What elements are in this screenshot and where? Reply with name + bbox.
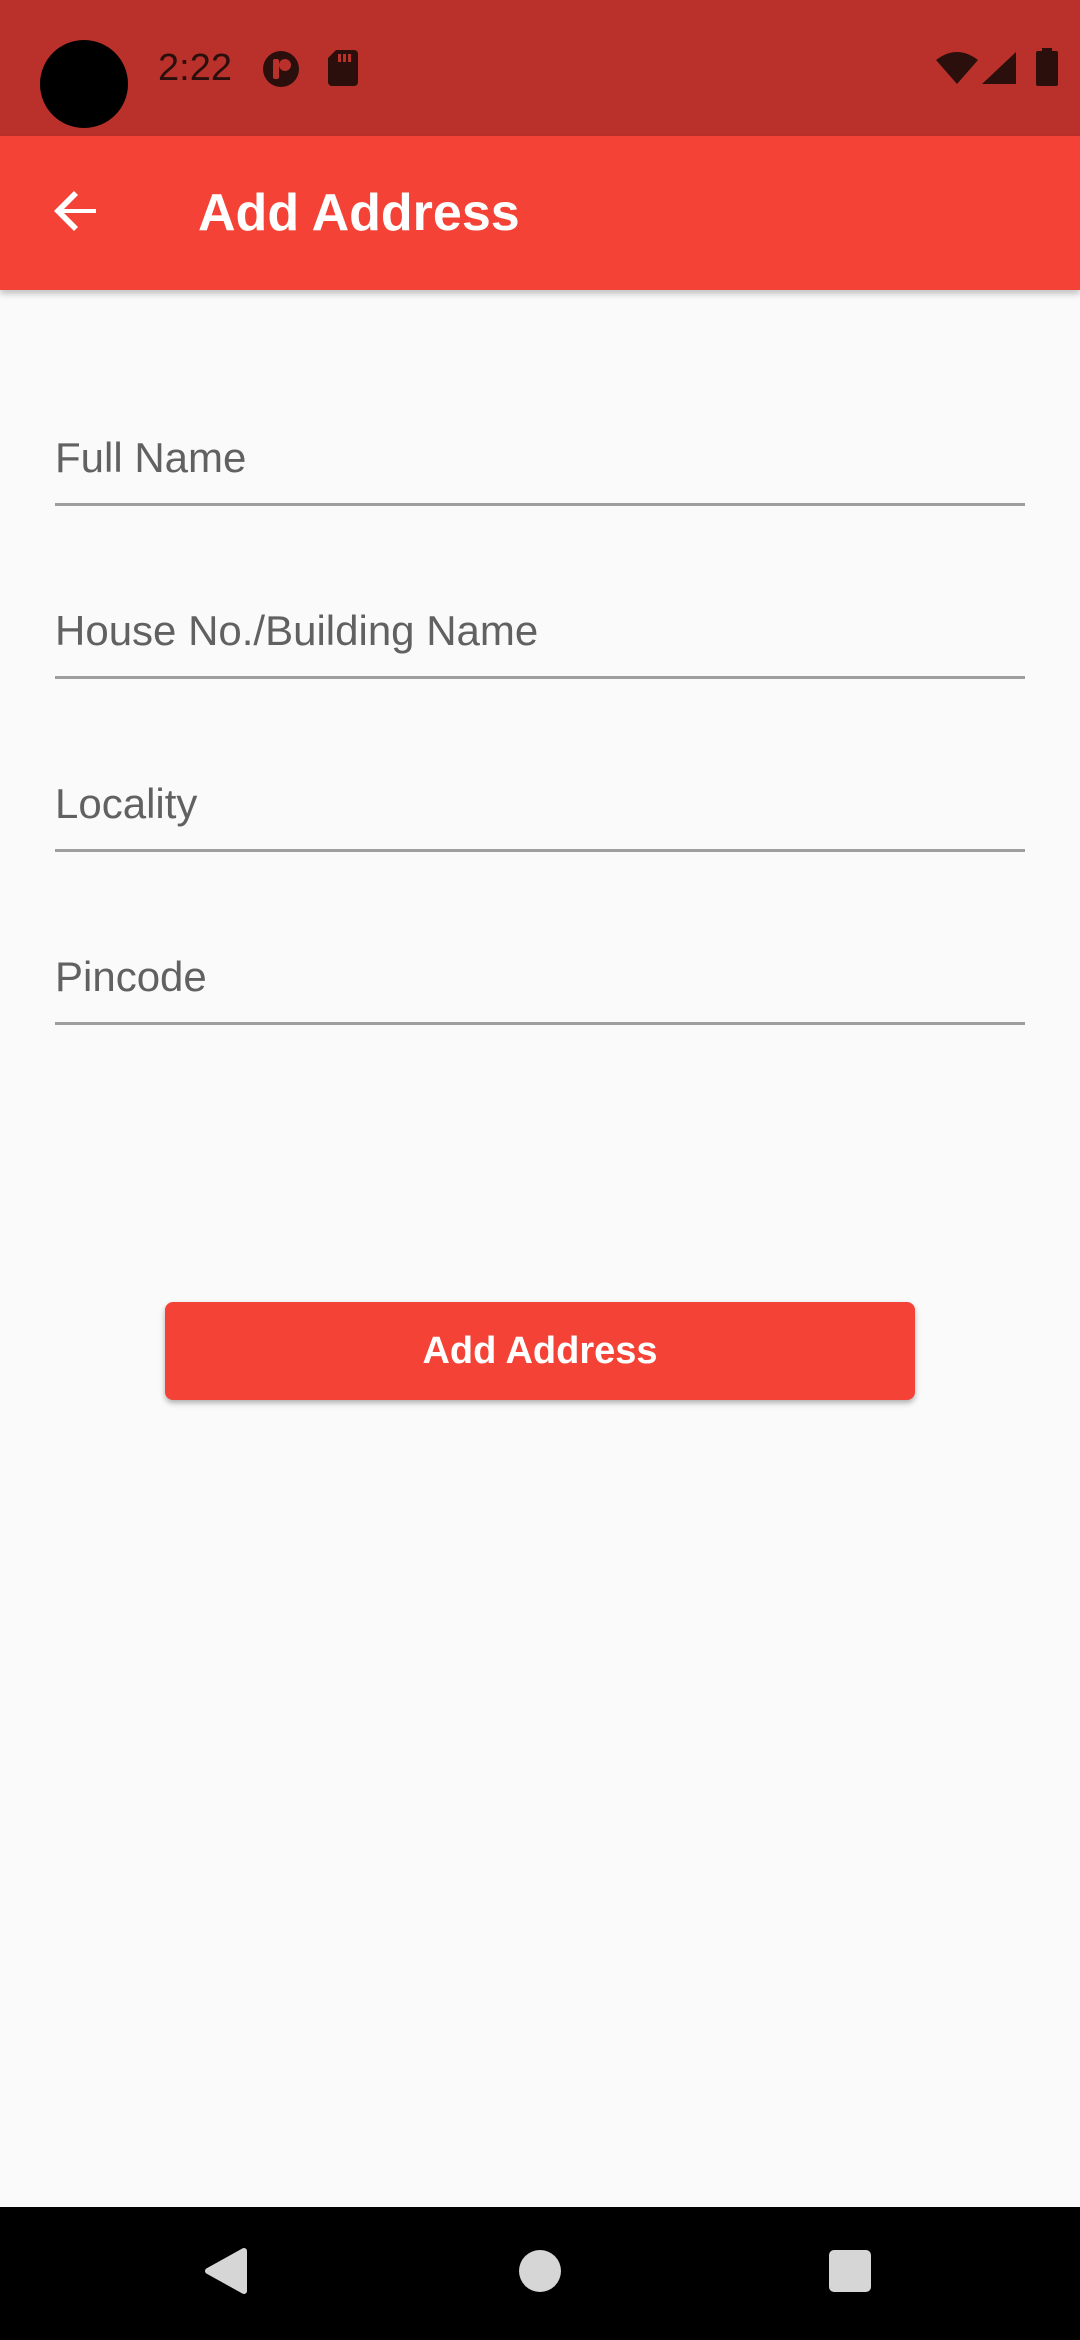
app-bar: Add Address bbox=[0, 136, 1080, 290]
full-name-field bbox=[55, 360, 1025, 533]
building-name-input[interactable] bbox=[55, 533, 1025, 679]
pincode-input[interactable] bbox=[55, 879, 1025, 1025]
locality-field bbox=[55, 706, 1025, 879]
status-time: 2:22 bbox=[158, 47, 232, 89]
page-title: Add Address bbox=[198, 184, 520, 242]
home-circle-icon bbox=[518, 2249, 562, 2298]
cellular-signal-icon bbox=[982, 52, 1016, 84]
arrow-left-icon bbox=[52, 187, 100, 240]
camera-cutout bbox=[40, 40, 128, 128]
building-field bbox=[55, 533, 1025, 706]
wifi-icon bbox=[936, 52, 978, 84]
nav-recents-button[interactable] bbox=[770, 2207, 930, 2340]
sd-card-icon bbox=[328, 50, 358, 86]
pincode-field bbox=[55, 879, 1025, 1052]
battery-icon bbox=[1036, 48, 1058, 86]
nav-home-button[interactable] bbox=[460, 2207, 620, 2340]
screen: 2:22 Add Address Full Name House No./Bui… bbox=[0, 0, 1080, 2340]
full-name-input[interactable] bbox=[55, 360, 1025, 506]
back-button[interactable] bbox=[32, 169, 120, 257]
back-triangle-icon bbox=[204, 2247, 248, 2300]
address-form bbox=[55, 360, 1025, 1052]
notification-app-icon bbox=[262, 50, 300, 88]
locality-input[interactable] bbox=[55, 706, 1025, 852]
add-address-button[interactable]: Add Address bbox=[165, 1302, 915, 1400]
status-bar: 2:22 bbox=[0, 0, 1080, 136]
navigation-bar bbox=[0, 2207, 1080, 2340]
nav-back-button[interactable] bbox=[146, 2207, 306, 2340]
recents-square-icon bbox=[829, 2250, 871, 2297]
